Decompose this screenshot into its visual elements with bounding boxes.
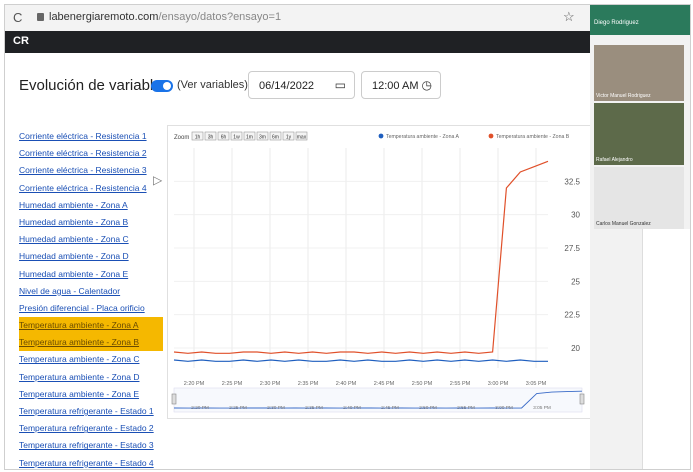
calendar-icon[interactable]: ▭: [335, 78, 346, 92]
variable-link[interactable]: Temperatura refrigerante - Estado 2: [19, 420, 169, 437]
x-tick-label: 2:30 PM: [260, 381, 281, 387]
variable-link[interactable]: Humedad ambiente - Zona C: [19, 231, 169, 248]
zoom-button-label: 6m: [272, 135, 279, 141]
variables-toggle[interactable]: [151, 80, 173, 92]
x-tick-label: 3:05 PM: [526, 381, 547, 387]
zoom-button-label: 1w: [233, 135, 240, 141]
variable-link[interactable]: Corriente eléctrica - Resistencia 4: [19, 180, 169, 197]
x-tick-label: 2:25 PM: [222, 381, 243, 387]
date-value: 06/14/2022: [259, 80, 315, 92]
navigator-tick-label: 2:55 PM: [457, 405, 475, 411]
zoom-button-label: 1y: [286, 135, 292, 141]
host-name: Diego Rodriguez: [594, 20, 639, 26]
variable-link[interactable]: Temperatura refrigerante - Estado 4: [19, 455, 169, 469]
brand-logo[interactable]: CR: [13, 35, 29, 47]
url-path: /ensayo/datos?ensayo=1: [158, 11, 282, 23]
y-tick-label: 22.5: [564, 311, 580, 320]
variable-link[interactable]: Presión diferencial - Placa orificio: [19, 300, 169, 317]
variable-link[interactable]: Temperatura ambiente - Zona A: [19, 317, 163, 335]
x-tick-label: 2:45 PM: [374, 381, 395, 387]
date-input[interactable]: 06/14/2022 ▭: [248, 71, 355, 99]
clock-icon[interactable]: ◷: [422, 78, 432, 92]
navigator-tick-label: 2:25 PM: [229, 405, 247, 411]
zoom-button-label: 1h: [195, 135, 201, 141]
legend-marker[interactable]: [378, 133, 384, 139]
variable-link[interactable]: Humedad ambiente - Zona B: [19, 214, 169, 231]
x-tick-label: 2:35 PM: [298, 381, 319, 387]
zoom-button-label: 1m: [246, 135, 253, 141]
navigator-handle-left[interactable]: [171, 393, 177, 405]
x-tick-label: 2:50 PM: [412, 381, 433, 387]
y-tick-label: 25: [571, 277, 580, 286]
navigator-tick-label: 2:20 PM: [191, 405, 209, 411]
variable-link[interactable]: Temperatura refrigerante - Estado 3: [19, 437, 169, 454]
address-bar[interactable]: C labenergiaremoto.com/ensayo/datos?ensa…: [5, 5, 590, 32]
variable-link[interactable]: Temperatura ambiente - Zona D: [19, 369, 169, 386]
participant-name: Rafael Alejandro: [596, 157, 633, 163]
variable-link[interactable]: Corriente eléctrica - Resistencia 2: [19, 145, 169, 162]
toggle-label: (Ver variables): [177, 79, 248, 91]
chart-svg[interactable]: Zoom 1h 3h 6h 1w 1m 3m 6m 1y max Temperatura ambie…: [168, 126, 592, 418]
zoom-button-label: 3m: [259, 135, 266, 141]
variable-link[interactable]: Temperatura refrigerante - Estado 1: [19, 403, 169, 420]
lock-icon[interactable]: [37, 13, 44, 21]
browser-window: C labenergiaremoto.com/ensayo/datos?ensa…: [4, 4, 691, 470]
navigator-tick-label: 3:00 PM: [495, 405, 513, 411]
y-tick-label: 20: [571, 344, 580, 353]
navigator-tick-label: 2:45 PM: [381, 405, 399, 411]
variable-link[interactable]: Corriente eléctrica - Resistencia 1: [19, 128, 169, 145]
y-tick-label: 30: [571, 211, 580, 220]
navigator-tick-label: 2:40 PM: [343, 405, 361, 411]
host-video-tile[interactable]: Diego Rodriguez: [590, 5, 690, 35]
time-value: 12:00 AM: [372, 80, 419, 92]
app-header: CR: [5, 31, 590, 53]
x-tick-label: 2:40 PM: [336, 381, 357, 387]
x-tick-label: 3:00 PM: [488, 381, 509, 387]
navigator-tick-label: 2:35 PM: [305, 405, 323, 411]
participant-tile[interactable]: Victor Manuel Rodriguez: [594, 45, 684, 101]
zoom-button-label: max: [297, 135, 307, 141]
variable-link[interactable]: Temperatura ambiente - Zona E: [19, 386, 169, 403]
participant-name: Victor Manuel Rodriguez: [596, 93, 651, 99]
series-line[interactable]: [173, 160, 549, 354]
navigator-handle-right[interactable]: [579, 393, 585, 405]
time-input[interactable]: 12:00 AM ◷: [361, 71, 441, 99]
y-tick-label: 32.5: [564, 177, 580, 186]
participant-tile[interactable]: Rafael Alejandro: [594, 103, 684, 165]
x-tick-label: 2:55 PM: [450, 381, 471, 387]
variable-link[interactable]: Nivel de agua - Calentador: [19, 283, 169, 300]
chart[interactable]: Zoom 1h 3h 6h 1w 1m 3m 6m 1y max Temperatura ambie…: [167, 125, 593, 419]
url-text[interactable]: labenergiaremoto.com/ensayo/datos?ensayo…: [49, 11, 281, 23]
y-tick-label: 27.5: [564, 244, 580, 253]
zoom-button-label: 6h: [221, 135, 227, 141]
navigator-tick-label: 2:30 PM: [267, 405, 285, 411]
variable-link[interactable]: Humedad ambiente - Zona E: [19, 266, 169, 283]
side-blank-area: [642, 229, 690, 469]
navigator-tick-label: 3:05 PM: [533, 405, 551, 411]
video-call-panel: Diego Rodriguez Victor Manuel Rodriguez …: [590, 5, 690, 469]
legend-label: Temperatura ambiente - Zona A: [386, 134, 459, 140]
bookmark-star-icon[interactable]: ☆: [563, 9, 575, 25]
mouse-cursor-icon: ▷: [153, 173, 163, 187]
navigator-tick-label: 2:50 PM: [419, 405, 437, 411]
participant-name: Carlos Manuel Gonzalez: [596, 221, 651, 227]
zoom-button-label: 3h: [208, 135, 214, 141]
variable-link[interactable]: Humedad ambiente - Zona D: [19, 248, 169, 265]
url-host: labenergiaremoto.com: [49, 11, 159, 23]
participant-tile[interactable]: Carlos Manuel Gonzalez: [594, 167, 684, 229]
variable-list: Corriente eléctrica - Resistencia 1 Corri…: [19, 128, 169, 469]
legend-marker[interactable]: [488, 133, 494, 139]
page-title: Evolución de variables: [19, 77, 170, 94]
series-line[interactable]: [173, 359, 548, 362]
x-tick-label: 2:20 PM: [184, 381, 205, 387]
variable-link[interactable]: Humedad ambiente - Zona A: [19, 197, 169, 214]
legend-label: Temperatura ambiente - Zona B: [496, 134, 570, 140]
variable-link[interactable]: Temperatura ambiente - Zona B: [19, 334, 163, 352]
zoom-label: Zoom: [174, 135, 189, 141]
variable-link[interactable]: Corriente eléctrica - Resistencia 3: [19, 162, 169, 179]
variable-link[interactable]: Temperatura ambiente - Zona C: [19, 351, 169, 368]
reload-icon[interactable]: C: [13, 10, 22, 25]
